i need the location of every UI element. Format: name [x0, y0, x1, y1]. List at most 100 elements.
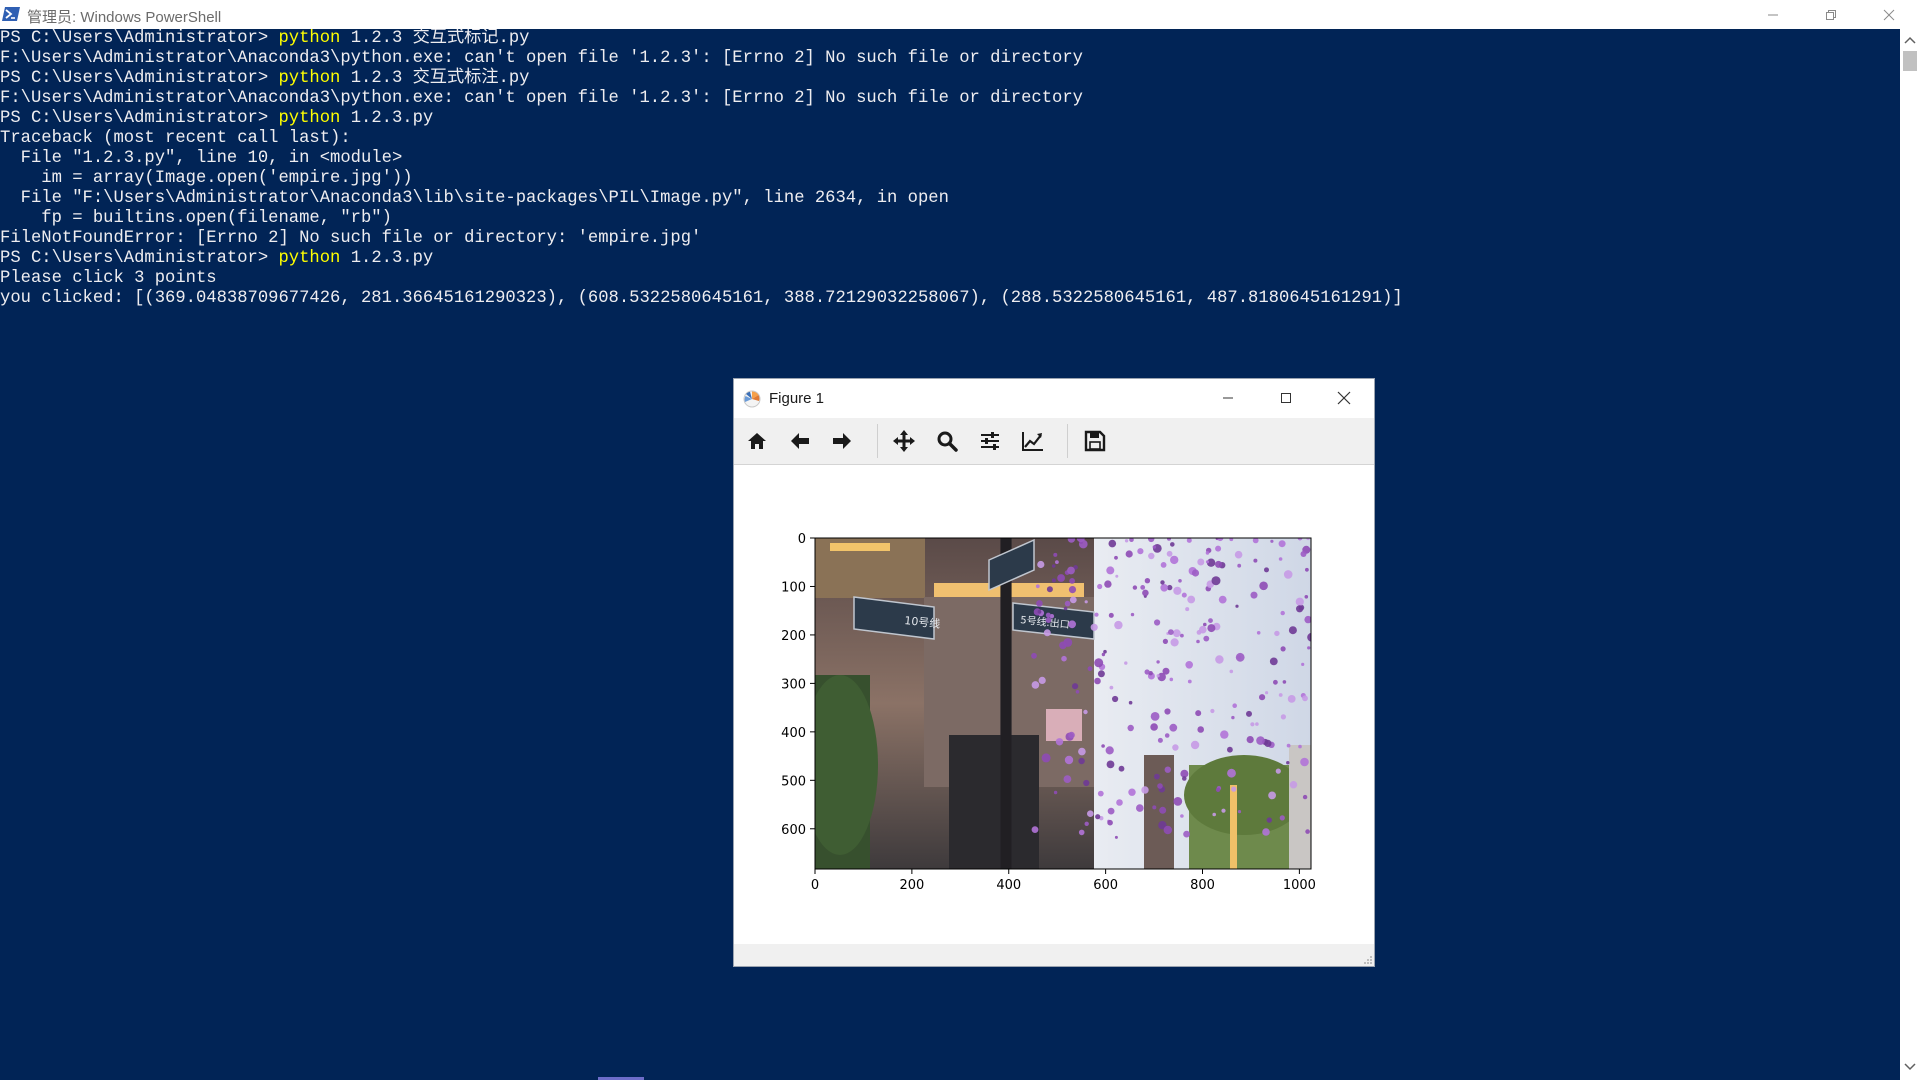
blossom — [1305, 567, 1309, 572]
home-button[interactable] — [742, 426, 772, 456]
blossom — [1229, 669, 1234, 674]
console-line: File "F:\Users\Administrator\Anaconda3\l… — [0, 189, 1900, 209]
blossom — [1097, 583, 1103, 590]
blossom — [1170, 542, 1175, 547]
blossom — [1141, 786, 1149, 794]
blossom — [1302, 794, 1308, 800]
console-text: 1.2.3 交互式标记.py — [340, 29, 530, 48]
blossom — [1078, 757, 1085, 765]
blossom — [1172, 629, 1181, 638]
console-text: File "1.2.3.py", line 10, in <module> — [0, 149, 403, 168]
blossom — [1265, 691, 1269, 695]
blossom — [1124, 661, 1128, 665]
blossom — [1231, 715, 1235, 720]
blossom — [1220, 730, 1229, 739]
close-button[interactable] — [1860, 0, 1918, 29]
restore-button[interactable] — [1802, 0, 1860, 29]
blossom — [1278, 693, 1283, 697]
blossom — [1280, 646, 1286, 652]
close-icon — [1883, 9, 1895, 20]
plot-axes[interactable]: 10号线 5号线.出口 0 200 400 600 800 1000 0 100 200 300… — [734, 465, 1374, 934]
minimize-icon — [1223, 397, 1233, 399]
blossom — [1169, 723, 1178, 732]
scrollbar-thumb[interactable] — [1903, 51, 1917, 71]
edit-axis-button[interactable] — [1018, 426, 1048, 456]
console-line: File "1.2.3.py", line 10, in <module> — [0, 149, 1900, 169]
maximize-icon — [1281, 393, 1291, 403]
console-command: python — [278, 249, 341, 268]
blossom — [1087, 666, 1093, 672]
restore-icon — [1826, 9, 1836, 20]
resize-grip-icon[interactable] — [1362, 954, 1372, 964]
scroll-up-icon[interactable] — [1900, 32, 1920, 48]
scroll-down-icon[interactable] — [1900, 1059, 1920, 1075]
zoom-icon — [937, 431, 958, 452]
window-titlebar[interactable]: 管理员: Windows PowerShell — [0, 0, 1920, 29]
blossom — [1268, 791, 1276, 800]
pan-button[interactable] — [889, 426, 919, 456]
blossom — [1104, 580, 1112, 588]
x-tick-label: 1000 — [1283, 878, 1316, 893]
blossom — [1173, 797, 1183, 806]
blossom — [1232, 703, 1237, 708]
blossom — [1203, 635, 1210, 642]
blossom — [1097, 790, 1104, 797]
forward-button[interactable] — [827, 426, 857, 456]
blossom — [1205, 560, 1210, 564]
figure-titlebar[interactable]: Figure 1 — [734, 379, 1374, 418]
console-text: fp = builtins.open(filename, "rb") — [0, 209, 392, 228]
blossom — [1227, 746, 1233, 753]
blossom — [1106, 566, 1115, 575]
x-tick-label: 400 — [996, 878, 1021, 893]
back-button[interactable] — [785, 426, 815, 456]
blossom — [1270, 539, 1274, 543]
figure-minimize-button[interactable] — [1199, 379, 1257, 417]
minimize-button[interactable] — [1744, 0, 1802, 29]
blossom — [1237, 810, 1242, 814]
blossom — [1300, 757, 1309, 767]
console-line: fp = builtins.open(filename, "rb") — [0, 209, 1900, 229]
blossom — [1114, 555, 1118, 560]
navigation-toolbar — [734, 418, 1374, 465]
blossom — [1170, 638, 1179, 647]
blossom — [1105, 746, 1114, 755]
blossom — [1167, 538, 1171, 541]
y-tick-label: 300 — [781, 677, 806, 692]
blossom — [1196, 639, 1200, 644]
y-tick-label: 100 — [781, 580, 806, 595]
y-axis: 0 100 200 300 400 500 600 — [781, 532, 815, 838]
blossom — [1101, 744, 1105, 748]
blossom — [1170, 555, 1179, 565]
figure-statusbar — [734, 944, 1374, 966]
blossom — [1072, 683, 1079, 690]
zoom-button[interactable] — [932, 426, 962, 456]
blossom — [1166, 550, 1173, 557]
blossom — [1084, 821, 1089, 826]
figure-close-button[interactable] — [1315, 379, 1373, 417]
console-line: PS C:\Users\Administrator> python 1.2.3 … — [0, 69, 1900, 89]
figure-maximize-button[interactable] — [1257, 379, 1315, 417]
y-tick-label: 400 — [781, 726, 806, 741]
vertical-scrollbar[interactable] — [1900, 29, 1920, 1080]
blossom — [1159, 806, 1167, 814]
blossom — [1215, 655, 1224, 664]
blossom — [1278, 557, 1283, 561]
blossom — [1197, 558, 1205, 566]
blossom — [1211, 576, 1221, 586]
configure-subplots-button[interactable] — [975, 426, 1005, 456]
x-axis: 0 200 400 600 800 1000 — [811, 869, 1316, 893]
console-prompt: PS C:\Users\Administrator> — [0, 249, 279, 268]
blossom — [1075, 690, 1080, 694]
powershell-icon — [2, 7, 20, 21]
blossom — [1286, 743, 1291, 748]
minimize-icon — [1768, 14, 1778, 15]
figure-window[interactable]: Figure 1 10号线 5号线.出口 0 200 400 600 800 1… — [733, 378, 1375, 967]
blossom — [1280, 714, 1286, 720]
save-button[interactable] — [1080, 426, 1110, 456]
blossom — [1264, 567, 1269, 573]
blossom — [1108, 612, 1114, 618]
blossom — [1154, 773, 1160, 780]
figure-canvas[interactable]: 10号线 5号线.出口 0 200 400 600 800 1000 0 100 200 300… — [734, 465, 1374, 934]
blossom — [1152, 545, 1157, 549]
console-line: you clicked: [(369.04838709677426, 281.3… — [0, 289, 1900, 309]
